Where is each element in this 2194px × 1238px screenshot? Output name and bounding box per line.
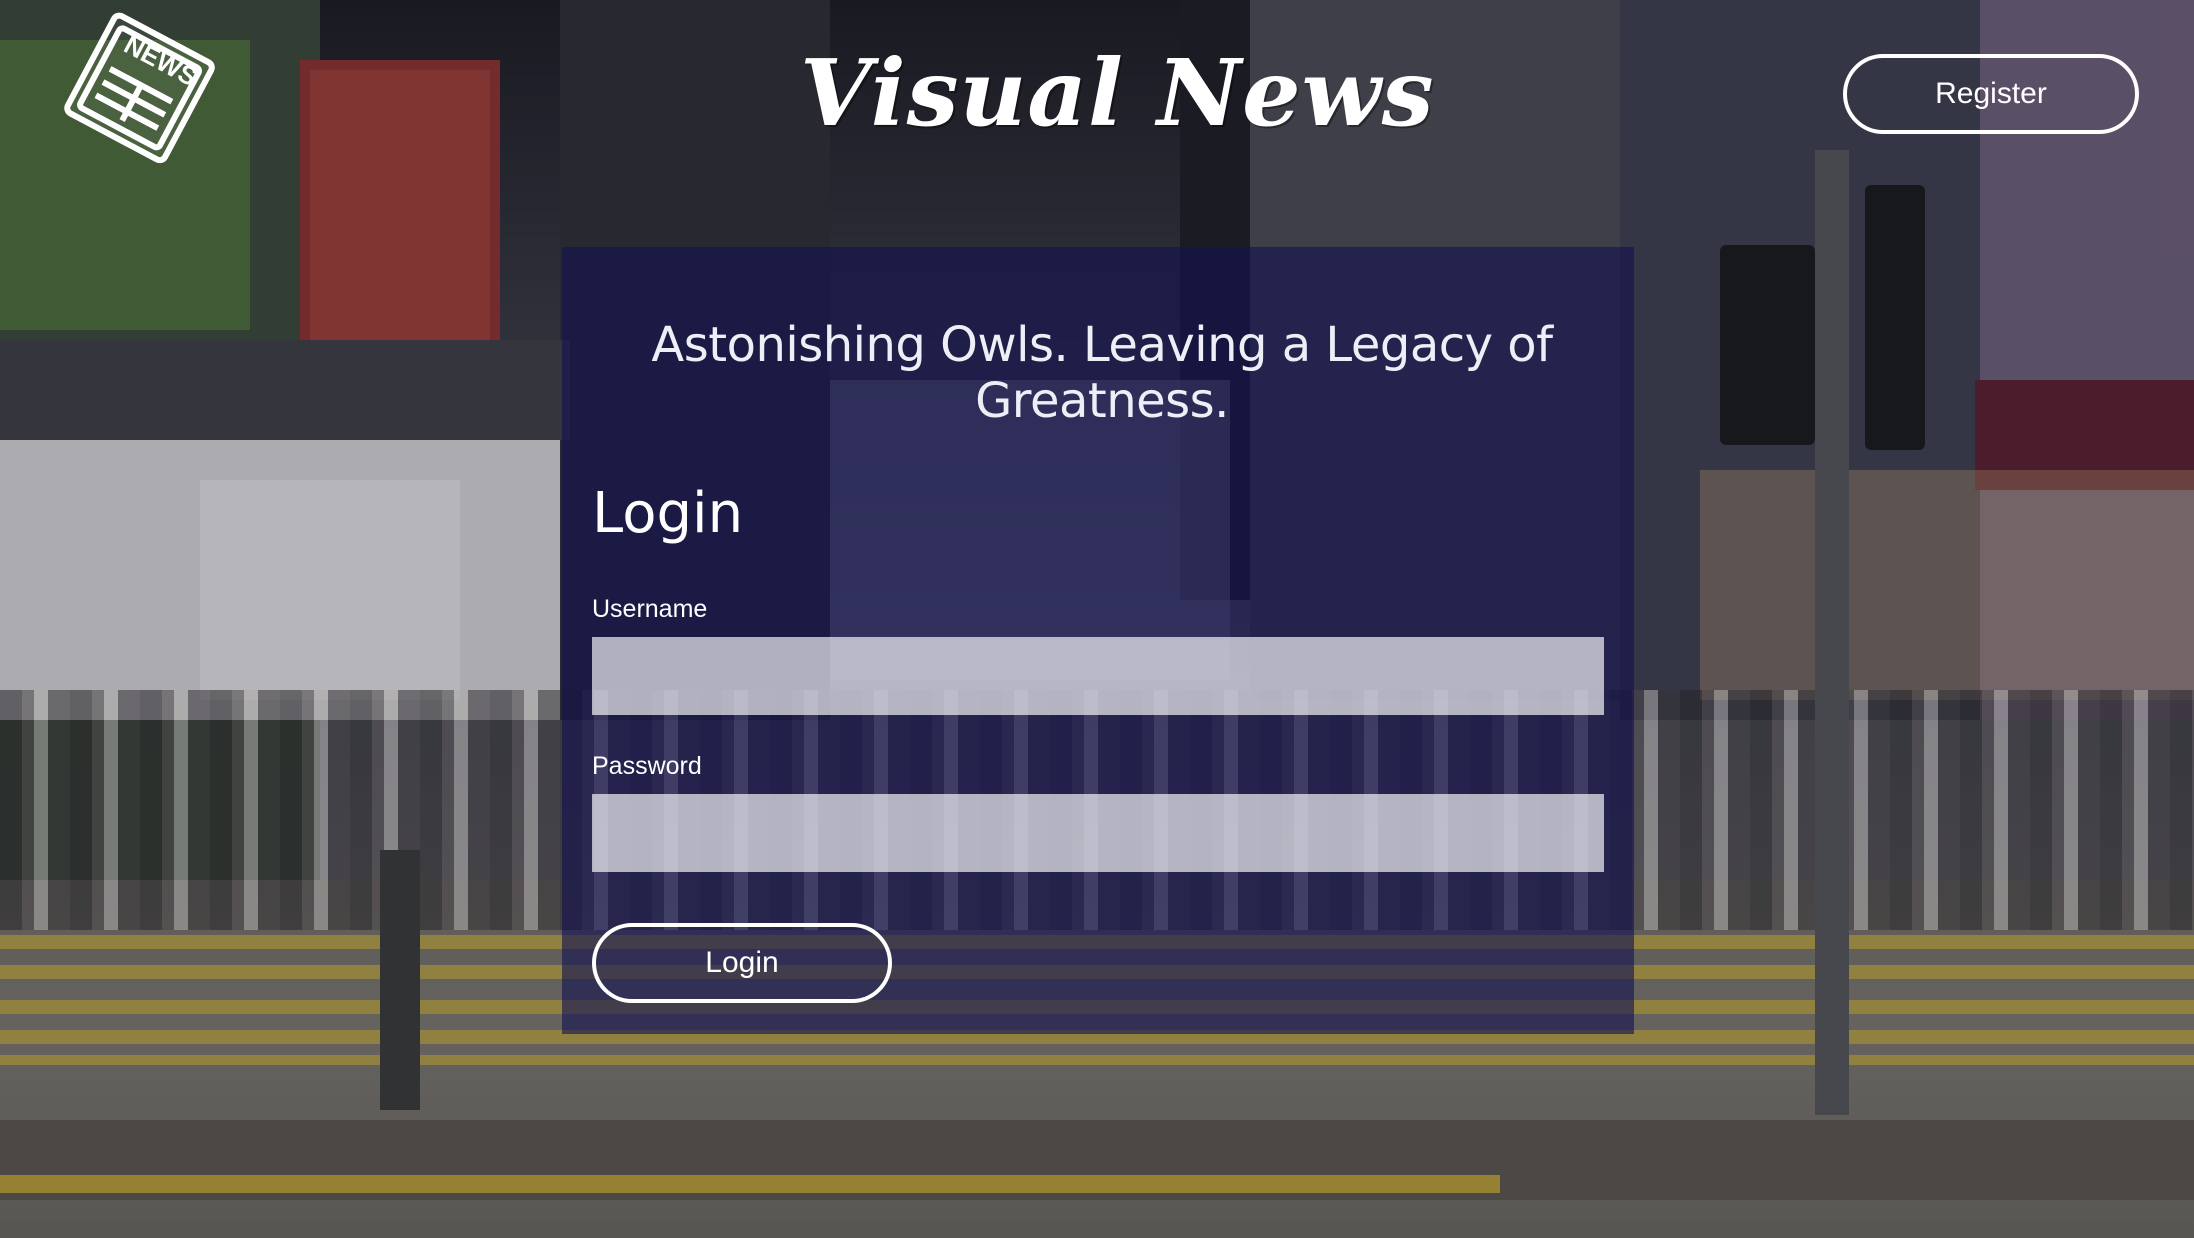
- tagline: Astonishing Owls. Leaving a Legacy of Gr…: [651, 317, 1553, 429]
- username-field[interactable]: [592, 637, 1604, 715]
- username-label: Username: [592, 595, 708, 623]
- login-heading: Login: [592, 481, 744, 546]
- newspaper-icon[interactable]: NEWS: [55, 5, 225, 170]
- password-label: Password: [592, 752, 702, 780]
- login-page: NEWS Visual News Register Astonishing Ow…: [0, 0, 2194, 1238]
- site-title: Visual News: [800, 39, 1435, 147]
- register-button[interactable]: Register: [1843, 54, 2139, 134]
- password-field[interactable]: [592, 794, 1604, 872]
- login-button[interactable]: Login: [592, 923, 892, 1003]
- login-panel: Astonishing Owls. Leaving a Legacy of Gr…: [562, 247, 1634, 1034]
